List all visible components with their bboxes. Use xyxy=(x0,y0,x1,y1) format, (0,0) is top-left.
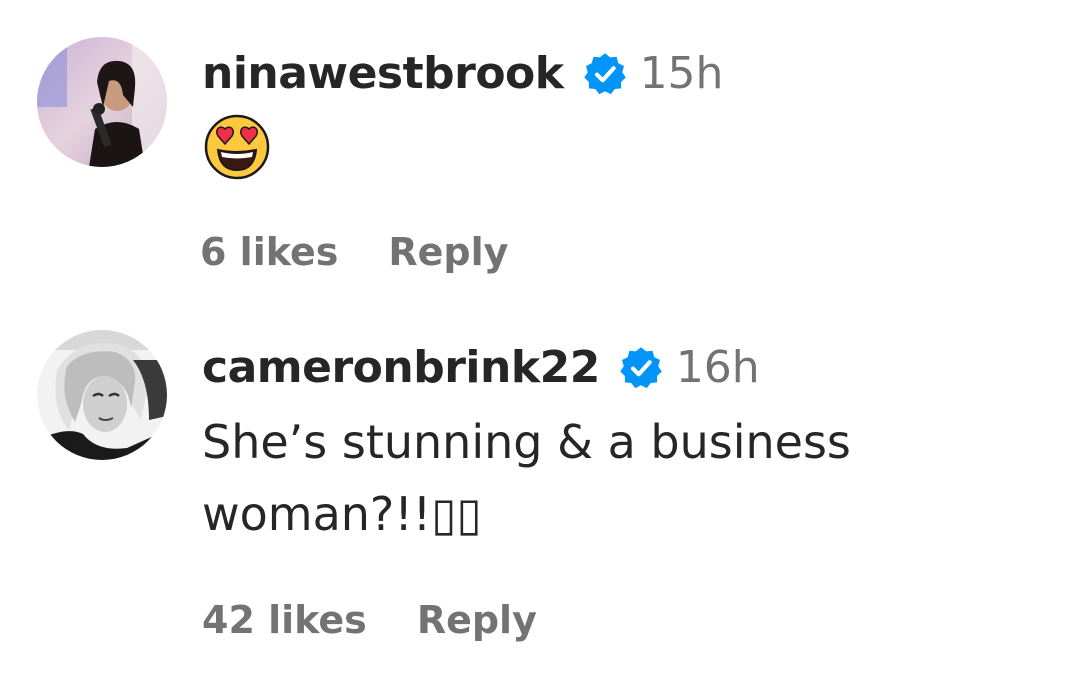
verified-badge-icon xyxy=(618,345,664,391)
avatar-photo xyxy=(37,37,167,167)
comment-text-line: She’s stunning & a business xyxy=(202,415,851,469)
reply-button[interactable]: Reply xyxy=(417,598,537,642)
timestamp[interactable]: 15h xyxy=(640,48,724,99)
avatar[interactable] xyxy=(37,330,167,460)
heart-eyes-emoji-icon xyxy=(204,114,270,180)
avatar-photo xyxy=(37,330,167,460)
likes-count[interactable]: 42 likes xyxy=(202,598,367,642)
reply-button[interactable]: Reply xyxy=(388,230,508,274)
comment-header: cameronbrink22 16h xyxy=(202,342,760,393)
comment-text: She’s stunning & a business woman?!!▯▯ xyxy=(202,406,1022,550)
likes-count[interactable]: 6 likes xyxy=(200,230,338,274)
comment-header: ninawestbrook 15h xyxy=(202,48,723,99)
verified-badge-icon xyxy=(582,51,628,97)
comment-actions: 42 likes Reply xyxy=(202,598,537,642)
username[interactable]: ninawestbrook xyxy=(202,48,564,99)
avatar[interactable] xyxy=(37,37,167,167)
username[interactable]: cameronbrink22 xyxy=(202,342,600,393)
comment-text-line: woman?!!▯▯ xyxy=(202,487,482,541)
comment-actions: 6 likes Reply xyxy=(200,230,508,274)
timestamp[interactable]: 16h xyxy=(676,342,760,393)
